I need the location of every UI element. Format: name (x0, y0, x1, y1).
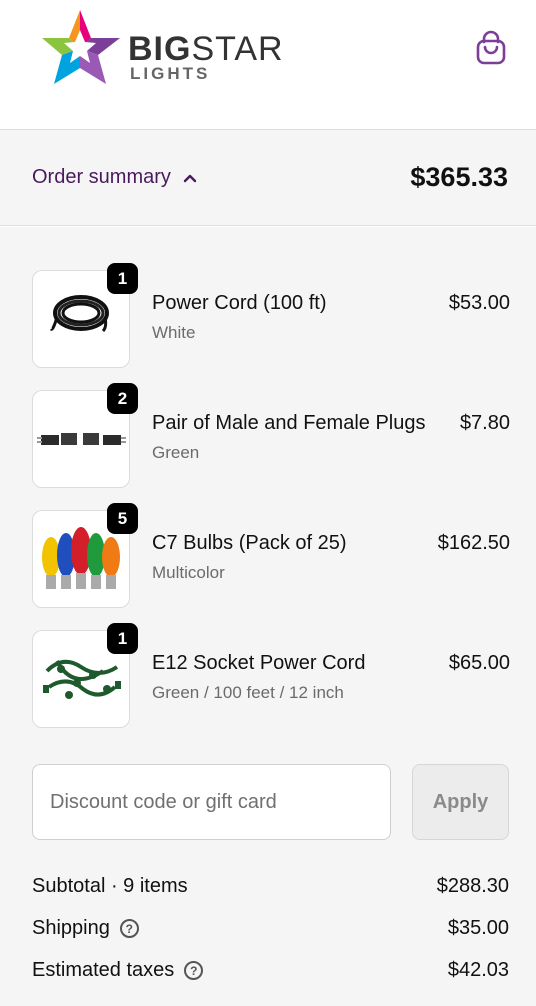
bigstar-logo[interactable]: BIGSTAR LIGHTS (40, 8, 310, 88)
subtotal-row: Subtotal · 9 items $288.30 (32, 875, 509, 905)
taxes-value: $42.03 (447, 959, 509, 981)
shipping-value: $35.00 (447, 917, 509, 939)
quantity-badge: 5 (107, 503, 138, 534)
site-header: BIGSTAR LIGHTS (0, 0, 536, 130)
logo-word-big: BIG (128, 30, 192, 68)
taxes-row: Estimated taxes ? $42.03 (32, 959, 509, 989)
star-logo-icon (42, 10, 120, 84)
item-price: $162.50 (437, 532, 510, 554)
product-thumbnail: 2 (32, 383, 138, 488)
apply-discount-button[interactable]: Apply (412, 764, 509, 840)
item-name: Power Cord (100 ft) (152, 292, 327, 314)
line-item: 5 C7 Bulbs (Pack of 25) Multicolor $162.… (32, 503, 510, 608)
subtotal-value: $288.30 (436, 875, 509, 897)
item-variant: Green / 100 feet / 12 inch (152, 683, 344, 702)
line-item: 2 Pair of Male and Female Plugs Green $7… (32, 383, 510, 488)
shipping-label: Shipping (32, 917, 110, 939)
discount-code-input[interactable] (32, 764, 391, 840)
product-thumbnail: 1 (32, 623, 138, 728)
subtotal-label: Subtotal · 9 items (32, 875, 188, 897)
line-item: 1 E12 Socket Power Cord Green / 100 feet… (32, 623, 510, 728)
order-summary-panel: 1 Power Cord (100 ft) White $53.00 2 Pai… (0, 227, 536, 1006)
question-circle-icon[interactable]: ? (119, 919, 139, 938)
order-total: $365.33 (410, 162, 508, 192)
item-price: $53.00 (448, 292, 510, 314)
product-thumbnail: 1 (32, 263, 138, 368)
order-summary-toggle[interactable]: Order summary (32, 166, 197, 189)
item-name: Pair of Male and Female Plugs (152, 412, 426, 434)
item-variant: White (152, 323, 196, 342)
shopping-bag-icon (476, 30, 506, 65)
shipping-row: Shipping ? $35.00 (32, 917, 509, 947)
quantity-badge: 1 (107, 263, 138, 294)
taxes-label: Estimated taxes (32, 959, 175, 981)
item-name: E12 Socket Power Cord (152, 652, 366, 674)
item-variant: Multicolor (152, 563, 225, 582)
item-price: $65.00 (448, 652, 510, 674)
line-item: 1 Power Cord (100 ft) White $53.00 (32, 263, 510, 368)
order-summary-label: Order summary (32, 166, 171, 188)
logo-word-star: STAR (191, 30, 284, 68)
cart-button[interactable] (474, 30, 508, 66)
item-name: C7 Bulbs (Pack of 25) (152, 532, 347, 554)
chevron-up-icon (183, 174, 197, 182)
product-thumbnail: 5 (32, 503, 138, 608)
item-price: $7.80 (459, 412, 510, 434)
quantity-badge: 1 (107, 623, 138, 654)
logo-word-lights: LIGHTS (130, 64, 211, 83)
item-variant: Green (152, 443, 200, 462)
question-circle-icon[interactable]: ? (184, 961, 204, 980)
quantity-badge: 2 (107, 383, 138, 414)
order-summary-bar: Order summary $365.33 (0, 130, 536, 226)
